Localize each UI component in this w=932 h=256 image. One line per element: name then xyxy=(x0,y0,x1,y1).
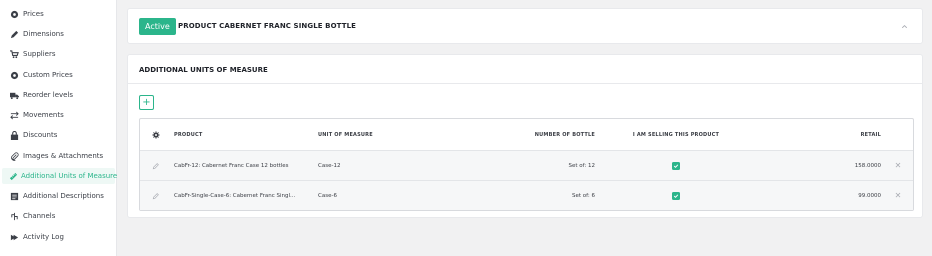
sidebar-item-movements[interactable]: Movements xyxy=(9,107,64,123)
truck-icon xyxy=(9,90,20,101)
sidebar-item-additional-descriptions[interactable]: Additional Descriptions xyxy=(9,188,104,204)
column-product: PRODUCT xyxy=(174,131,203,138)
cart-icon xyxy=(9,49,20,60)
sidebar-item-label: Additional Units of Measure xyxy=(21,172,118,180)
close-icon[interactable]: ✕ xyxy=(892,181,904,210)
cell-uom: Case-6 xyxy=(318,192,337,199)
sidebar-item-discounts[interactable]: Discounts xyxy=(9,127,57,143)
sidebar-item-label: Images & Attachments xyxy=(23,152,104,160)
chevron-up-icon[interactable] xyxy=(900,22,909,31)
lock-icon xyxy=(9,130,20,141)
settings-icon[interactable] xyxy=(150,119,162,150)
product-header-card: Active PRODUCT CABERNET FRANC SINGLE BOT… xyxy=(127,8,923,44)
status-badge: Active xyxy=(139,18,176,35)
section-title: ADDITIONAL UNITS OF MEASURE xyxy=(139,66,268,74)
sidebar-item-prices[interactable]: Prices xyxy=(9,6,44,22)
check-icon xyxy=(672,191,680,200)
cell-number: Set of: 6 xyxy=(572,192,595,199)
swap-icon xyxy=(9,110,20,121)
arrow-right-icon xyxy=(9,232,20,243)
sidebar-item-label: Movements xyxy=(23,111,64,119)
cell-uom: Case-12 xyxy=(318,162,341,169)
sidebar: Prices Dimensions Suppliers Custom Price… xyxy=(0,0,117,256)
column-number: NUMBER OF BOTTLE xyxy=(534,131,595,138)
edit-pencil-icon[interactable] xyxy=(150,181,162,210)
gear-icon xyxy=(9,9,20,20)
table-header: PRODUCT UNIT OF MEASURE NUMBER OF BOTTLE… xyxy=(140,119,913,150)
list-icon xyxy=(9,191,20,202)
edit-pencil-icon[interactable] xyxy=(150,151,162,180)
sidebar-item-label: Discounts xyxy=(23,131,58,139)
add-unit-button[interactable]: + xyxy=(139,95,154,110)
ruler-icon xyxy=(9,171,18,182)
sidebar-item-images-attachments[interactable]: Images & Attachments xyxy=(9,148,103,164)
sidebar-item-label: Dimensions xyxy=(23,30,64,38)
sidebar-item-reorder-levels[interactable]: Reorder levels xyxy=(9,87,73,103)
divider xyxy=(128,83,922,84)
column-uom: UNIT OF MEASURE xyxy=(318,131,373,138)
cell-product: CabFr-12: Cabernet Franc Case 12 bottles xyxy=(174,162,289,169)
sidebar-item-channels[interactable]: Channels xyxy=(9,208,55,224)
sidebar-item-label: Reorder levels xyxy=(23,91,74,99)
sidebar-item-activity-log[interactable]: Activity Log xyxy=(9,229,64,245)
page-title: PRODUCT CABERNET FRANC SINGLE BOTTLE xyxy=(178,22,357,30)
sidebar-item-dimensions[interactable]: Dimensions xyxy=(9,26,64,42)
selling-checkbox[interactable] xyxy=(632,151,720,180)
column-selling: I AM SELLING THIS PRODUCT xyxy=(632,131,720,138)
cell-retail: 99.0000 xyxy=(858,192,881,199)
selling-checkbox[interactable] xyxy=(632,181,720,210)
cell-retail: 158.0000 xyxy=(854,162,881,169)
column-retail: RETAIL xyxy=(860,131,881,138)
sidebar-item-suppliers[interactable]: Suppliers xyxy=(9,46,56,62)
sidebar-item-additional-units[interactable]: Additional Units of Measure xyxy=(2,168,118,184)
sidebar-item-label: Suppliers xyxy=(23,50,56,58)
table-row[interactable]: CabFr-Single-Case-6: Cabernet Franc Sing… xyxy=(140,180,913,210)
channels-icon xyxy=(9,211,20,222)
paperclip-icon xyxy=(9,151,20,162)
sidebar-item-custom-prices[interactable]: Custom Prices xyxy=(9,67,73,83)
cell-number: Set of: 12 xyxy=(568,162,596,169)
sidebar-item-label: Channels xyxy=(23,212,56,220)
sidebar-item-label: Prices xyxy=(23,10,44,18)
check-icon xyxy=(672,161,680,170)
table-row[interactable]: CabFr-12: Cabernet Franc Case 12 bottles… xyxy=(140,150,913,180)
sidebar-item-label: Additional Descriptions xyxy=(23,192,104,200)
cell-product: CabFr-Single-Case-6: Cabernet Franc Sing… xyxy=(174,192,296,199)
sidebar-item-label: Custom Prices xyxy=(23,71,73,79)
gear-icon xyxy=(9,70,20,81)
pencil-icon xyxy=(9,29,20,40)
units-table: PRODUCT UNIT OF MEASURE NUMBER OF BOTTLE… xyxy=(139,118,914,211)
units-card: ADDITIONAL UNITS OF MEASURE + PRODUCT UN… xyxy=(127,54,923,218)
sidebar-item-label: Activity Log xyxy=(23,233,64,241)
close-icon[interactable]: ✕ xyxy=(892,151,904,180)
